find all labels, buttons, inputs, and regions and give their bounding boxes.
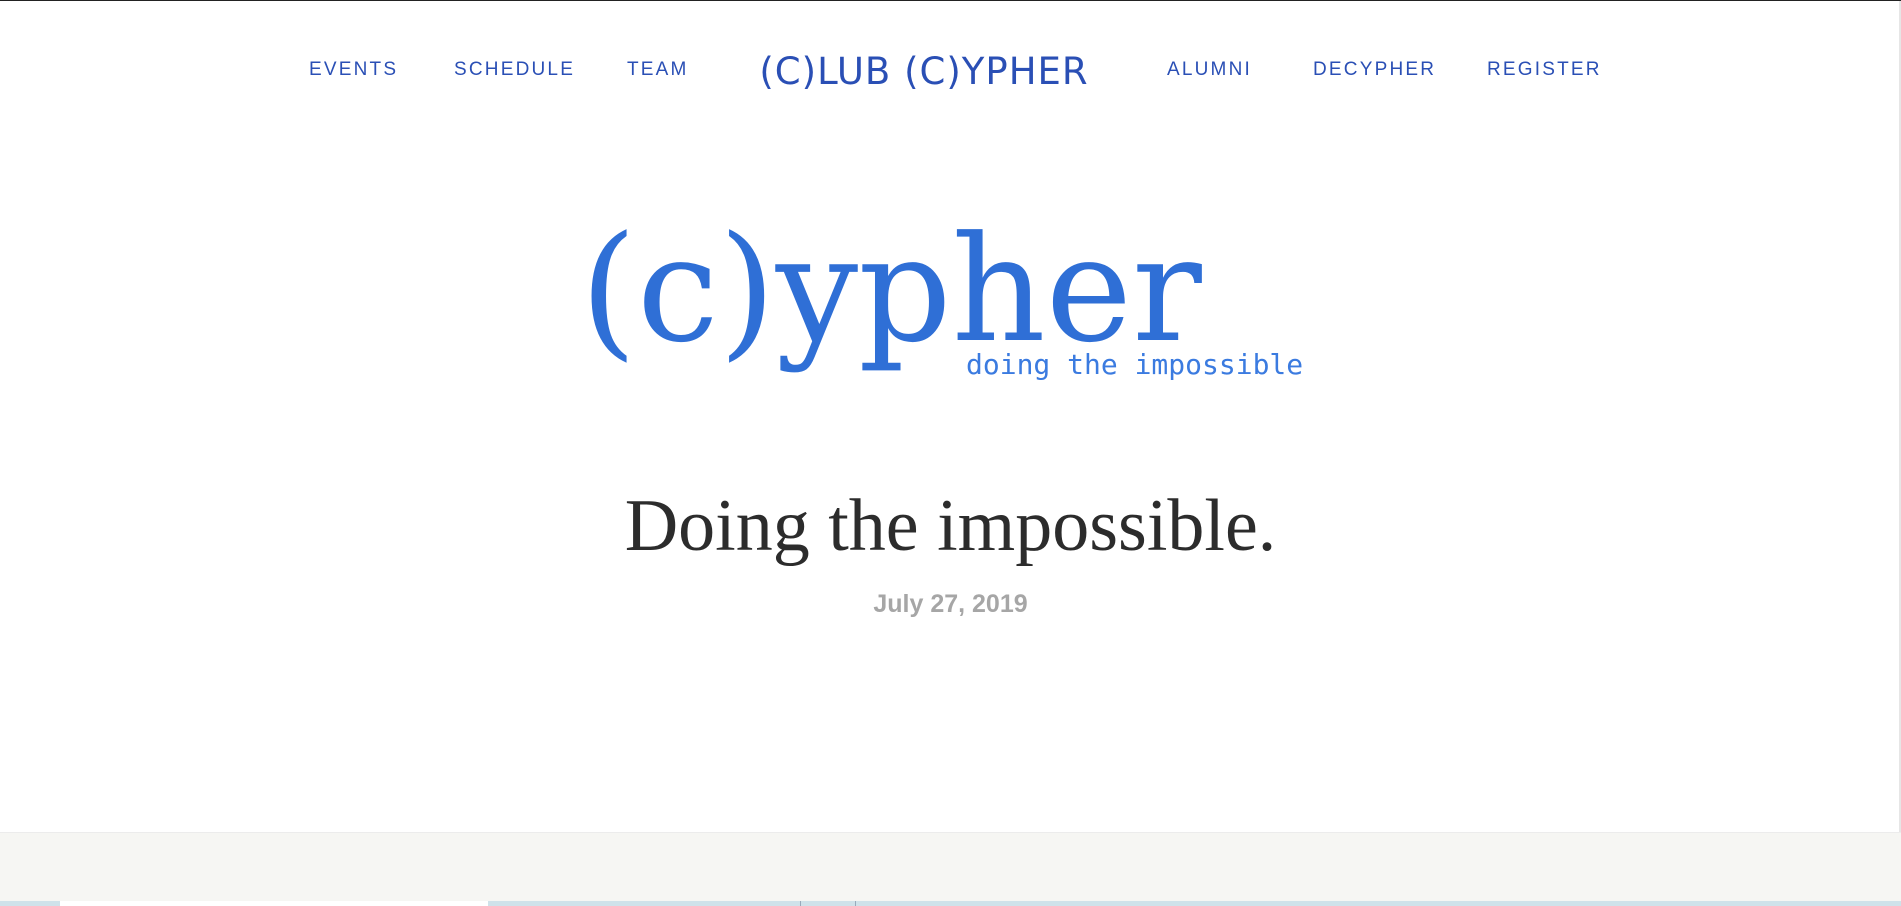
- nav-link-decypher[interactable]: DECYPHER: [1313, 58, 1436, 82]
- post-title: Doing the impossible.: [624, 485, 1277, 567]
- cypher-logo-tagline: doing the impossible: [966, 348, 1304, 381]
- footer-band: [0, 832, 1901, 901]
- page-body: [0, 1, 1901, 832]
- nav-link-events[interactable]: EVENTS: [309, 58, 398, 82]
- nav-logo-club-cypher[interactable]: (C)LUB (C)YPHER: [746, 50, 1102, 94]
- nav-link-register[interactable]: REGISTER: [1487, 58, 1602, 82]
- bottom-strip-panel: [60, 901, 488, 906]
- nav-link-alumni[interactable]: ALUMNI: [1167, 58, 1252, 82]
- nav-link-schedule[interactable]: SCHEDULE: [454, 58, 575, 82]
- cypher-hero-logo: (c)ypher doing the impossible: [580, 190, 1320, 390]
- post-date: July 27, 2019: [873, 590, 1028, 618]
- bottom-strip-divider: [800, 901, 801, 906]
- bottom-strip-divider: [855, 901, 856, 906]
- nav-link-team[interactable]: TEAM: [627, 58, 689, 82]
